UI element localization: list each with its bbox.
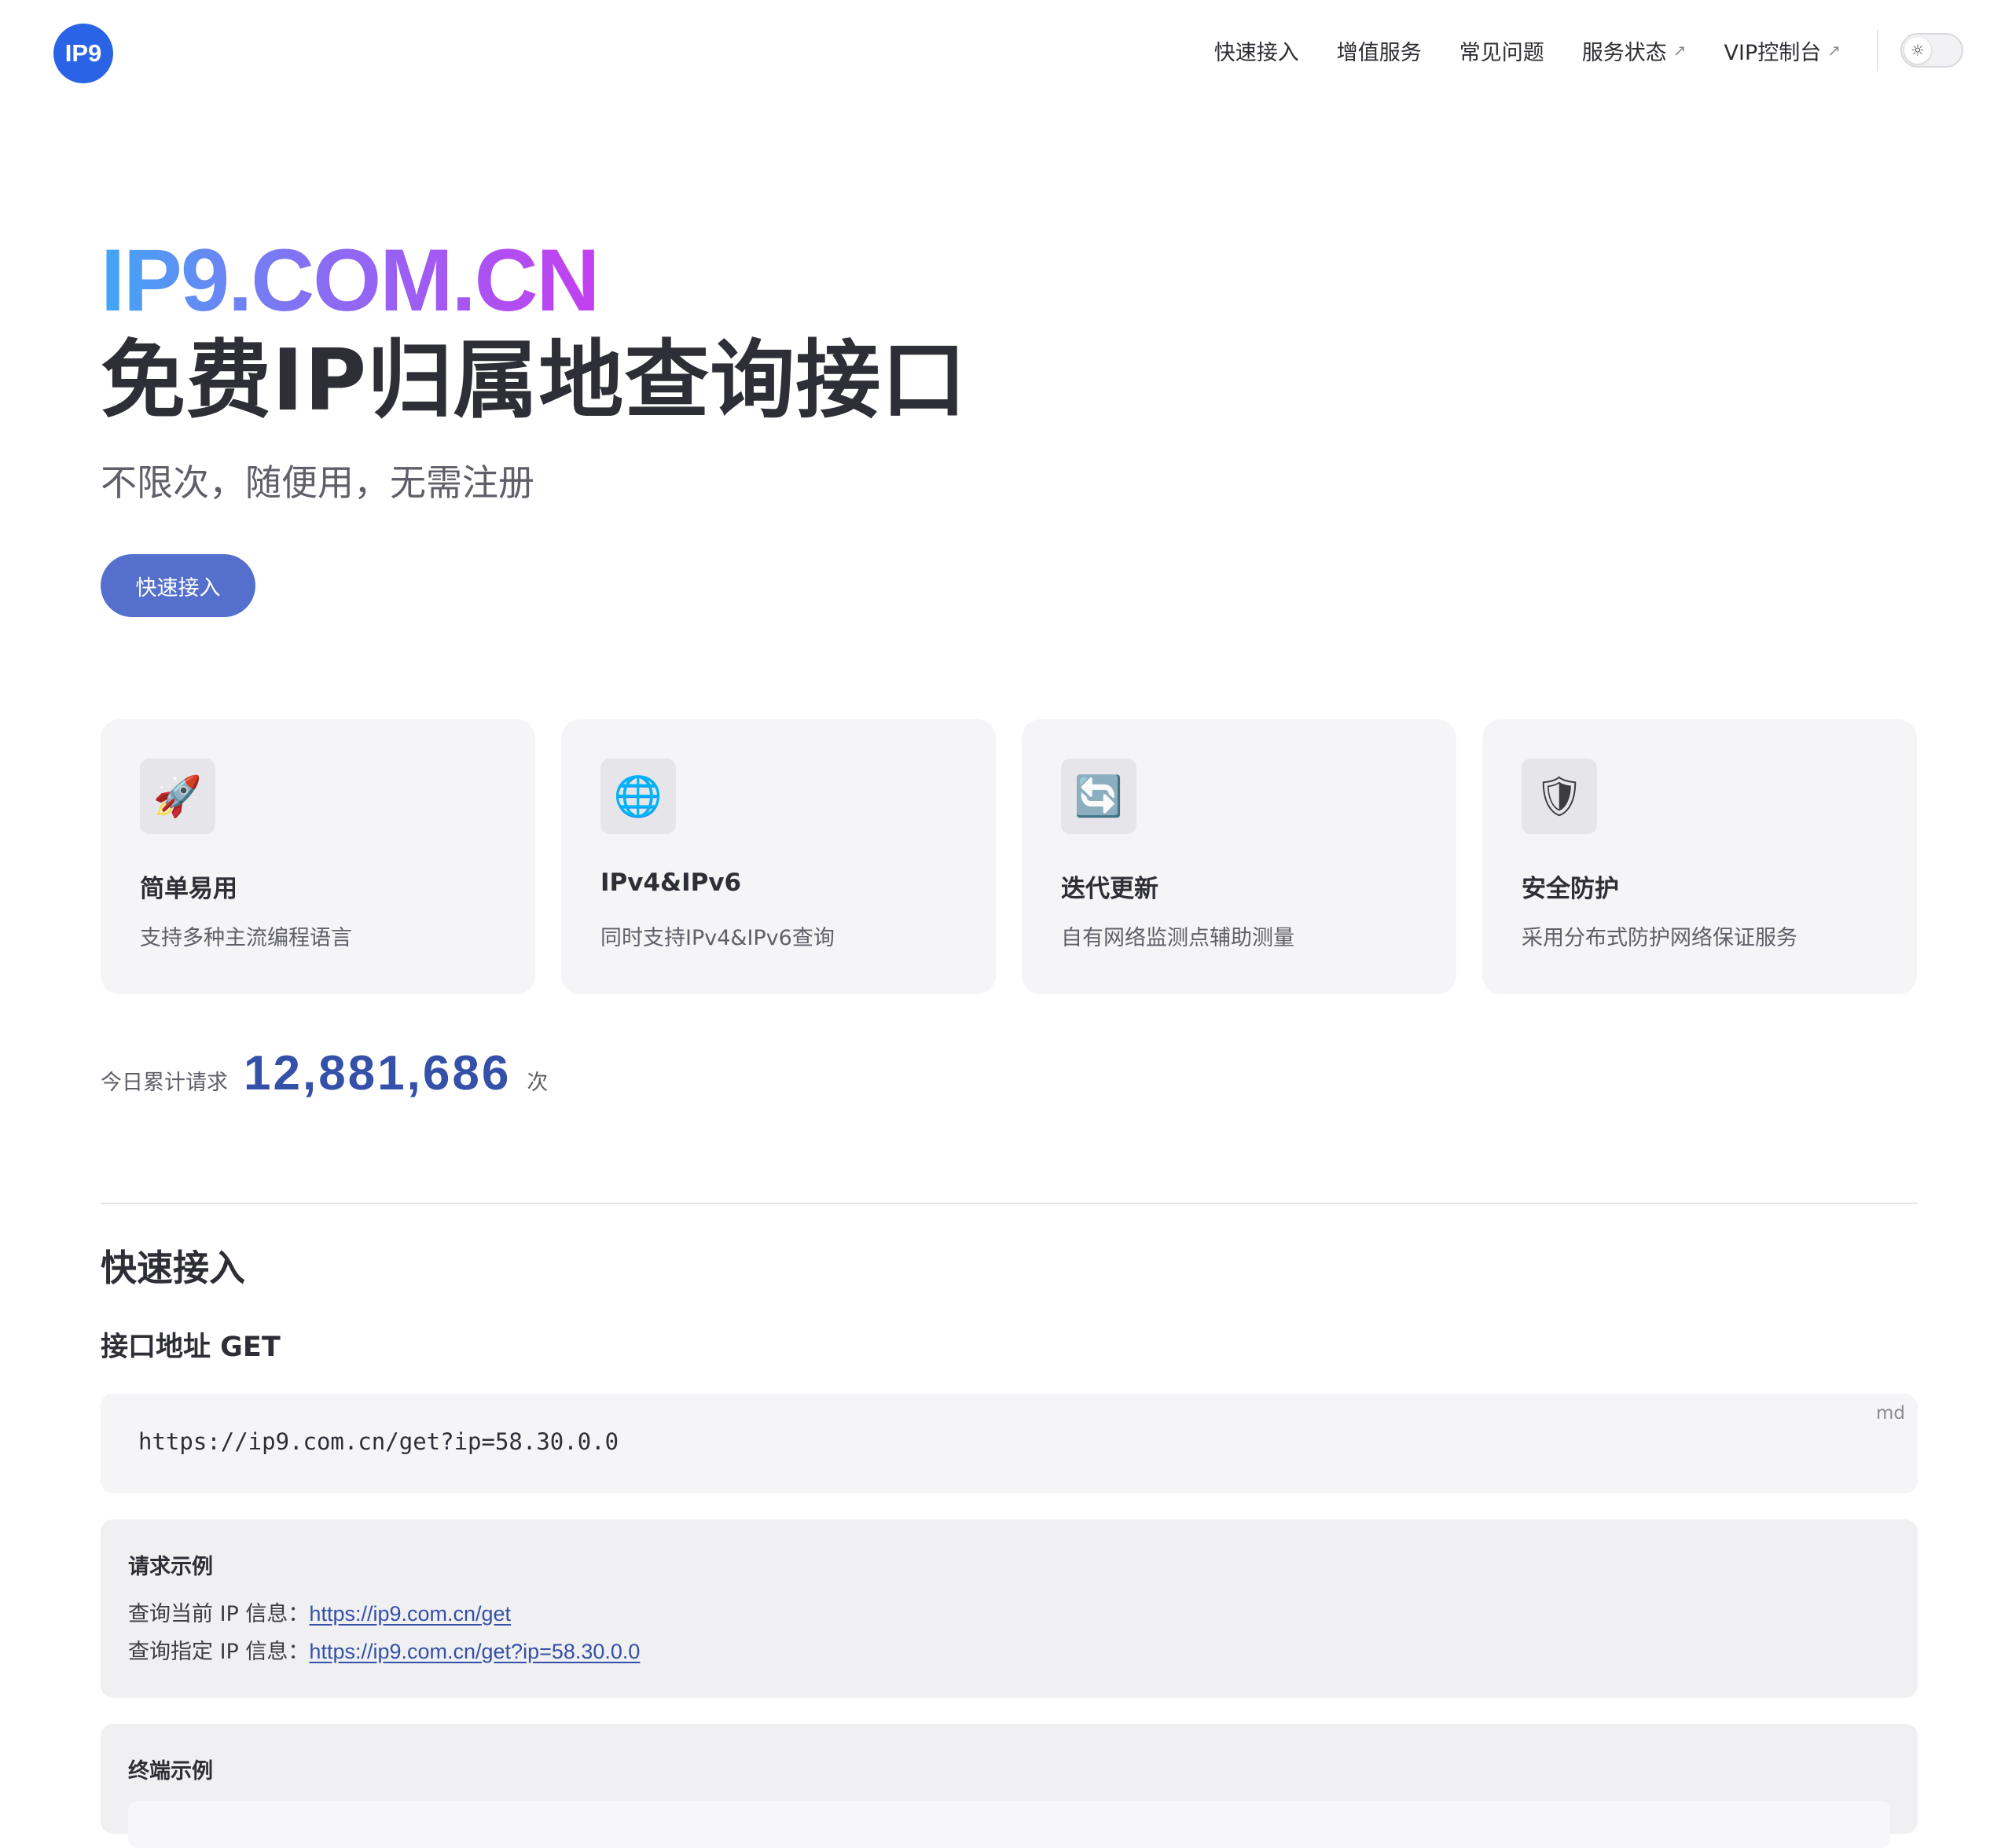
api-endpoint-heading: 接口地址 GET <box>101 1332 281 1363</box>
nav-divider <box>1877 30 1878 71</box>
example-label: 查询当前 IP 信息： <box>128 1602 310 1626</box>
feature-title: 安全防护 <box>1522 875 1619 903</box>
code-language-label: md <box>1875 1403 1905 1424</box>
feature-desc: 同时支持IPv4&IPv6查询 <box>600 926 835 950</box>
example-specific-ip: 查询指定 IP 信息：https://ip9.com.cn/get?ip=58.… <box>128 1634 640 1665</box>
refresh-icon: 🔄 <box>1061 759 1136 834</box>
hero-tagline: 不限次，随便用，无需注册 <box>101 461 534 504</box>
terminal-example-box: 终端示例 <box>101 1724 1918 1848</box>
example-label: 查询指定 IP 信息： <box>128 1640 310 1664</box>
rocket-icon: 🚀 <box>140 759 215 834</box>
quick-start-heading: 快速接入 <box>101 1247 245 1289</box>
globe-icon: 🌐 <box>600 759 676 834</box>
nav-link-quick-start[interactable]: 快速接入 <box>1214 35 1299 66</box>
top-nav: IP9 快速接入 增值服务 常见问题 服务状态 ↗ VIP控制台 ↗ ☼ <box>0 0 2012 101</box>
request-counter: 今日累计请求 12,881,686 次 <box>101 1045 548 1101</box>
sun-icon: ☼ <box>1904 37 1931 64</box>
request-examples-box: 请求示例 查询当前 IP 信息：https://ip9.com.cn/get 查… <box>101 1519 1918 1698</box>
site-logo[interactable]: IP9 <box>53 24 113 83</box>
feature-card: 🌐 IPv4&IPv6 同时支持IPv4&IPv6查询 <box>561 719 996 994</box>
feature-desc: 自有网络监测点辅助测量 <box>1061 926 1294 950</box>
feature-card: 🔄 迭代更新 自有网络监测点辅助测量 <box>1022 719 1456 994</box>
theme-toggle[interactable]: ☼ <box>1900 33 1963 68</box>
feature-title: IPv4&IPv6 <box>600 869 742 897</box>
api-endpoint-code[interactable]: https://ip9.com.cn/get?ip=58.30.0.0 <box>138 1428 619 1455</box>
request-examples-title: 请求示例 <box>128 1555 213 1579</box>
terminal-example-title: 终端示例 <box>128 1759 213 1784</box>
feature-title: 迭代更新 <box>1061 875 1158 903</box>
example-current-link[interactable]: https://ip9.com.cn/get <box>309 1602 511 1626</box>
nav-link-label: 快速接入 <box>1213 40 1299 65</box>
nav-link-label: VIP控制台 <box>1724 40 1822 65</box>
external-link-icon: ↗ <box>1672 41 1687 60</box>
feature-desc: 采用分布式防护网络保证服务 <box>1522 926 1797 950</box>
counter-unit: 次 <box>527 1071 549 1095</box>
nav-link-vip-console[interactable]: VIP控制台 ↗ <box>1724 35 1841 66</box>
feature-card: 🛡 安全防护 采用分布式防护网络保证服务 <box>1482 719 1917 994</box>
shield-icon: 🛡 <box>1522 759 1597 834</box>
hero-title: 免费IP归属地查询接口 <box>101 332 967 430</box>
feature-cards: 🚀 简单易用 支持多种主流编程语言 🌐 IPv4&IPv6 同时支持IPv4&I… <box>101 719 1918 994</box>
nav-link-label: 常见问题 <box>1459 40 1544 65</box>
example-current-ip: 查询当前 IP 信息：https://ip9.com.cn/get <box>128 1596 511 1627</box>
section-divider <box>101 1203 1918 1204</box>
counter-value: 12,881,686 <box>244 1046 512 1100</box>
nav-link-status[interactable]: 服务状态 ↗ <box>1582 35 1687 66</box>
nav-link-label: 服务状态 <box>1581 40 1667 65</box>
hero-brand: IP9.COM.CN <box>101 230 600 332</box>
quick-start-button[interactable]: 快速接入 <box>101 554 255 617</box>
external-link-icon: ↗ <box>1827 41 1841 60</box>
nav-links: 快速接入 增值服务 常见问题 服务状态 ↗ VIP控制台 ↗ <box>1214 31 1841 69</box>
feature-desc: 支持多种主流编程语言 <box>140 926 352 950</box>
terminal-code-block <box>128 1801 1890 1848</box>
counter-label: 今日累计请求 <box>101 1071 228 1095</box>
api-code-block: md https://ip9.com.cn/get?ip=58.30.0.0 <box>101 1394 1918 1493</box>
example-specific-link[interactable]: https://ip9.com.cn/get?ip=58.30.0.0 <box>309 1640 640 1663</box>
feature-title: 简单易用 <box>140 875 237 903</box>
nav-link-faq[interactable]: 常见问题 <box>1459 35 1544 66</box>
feature-card: 🚀 简单易用 支持多种主流编程语言 <box>101 719 535 994</box>
nav-link-value-added[interactable]: 增值服务 <box>1337 35 1422 66</box>
nav-link-label: 增值服务 <box>1336 40 1422 65</box>
